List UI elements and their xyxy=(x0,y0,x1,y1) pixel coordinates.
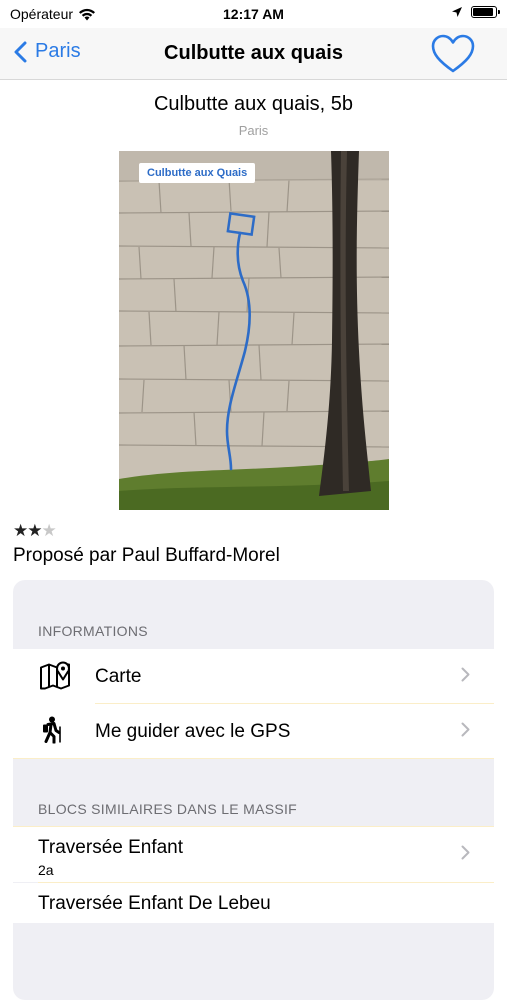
heart-icon xyxy=(431,34,475,73)
location-arrow-icon xyxy=(452,7,462,17)
hiker-icon xyxy=(39,715,65,748)
problem-photo[interactable]: Culbutte aux Quais xyxy=(119,151,389,510)
section-header-informations: INFORMATIONS xyxy=(38,623,148,639)
chevron-right-icon xyxy=(461,845,470,865)
problem-title: Culbutte aux quais, 5b xyxy=(153,93,354,115)
content: Culbutte aux quais, 5b Paris Culbutte au… xyxy=(0,80,507,1000)
similar-problem-grade: 2a xyxy=(38,862,54,878)
problem-area: Paris xyxy=(238,123,269,138)
favorite-button[interactable] xyxy=(431,34,475,79)
status-bar: Opérateur 12:17 AM xyxy=(0,0,507,28)
rating-filled: ★★ xyxy=(13,521,43,540)
chevron-right-icon xyxy=(461,722,470,742)
similar-problem-row[interactable]: Traversée Enfant De Lebeu xyxy=(13,883,494,923)
gps-guide-cell[interactable]: Me guider avec le GPS xyxy=(13,704,494,759)
section-header-similar: BLOCS SIMILAIRES DANS LE MASSIF xyxy=(38,801,298,817)
rating-stars: ★★★ xyxy=(13,521,57,541)
similar-problem-title: Traversée Enfant De Lebeu xyxy=(38,893,271,914)
similar-problem-row[interactable]: Traversée Enfant 2a xyxy=(13,827,494,882)
grouped-table xyxy=(13,580,494,1000)
battery-fill xyxy=(473,8,493,16)
clock: 12:17 AM xyxy=(223,6,284,22)
map-cell[interactable]: Carte xyxy=(13,649,494,704)
map-icon xyxy=(39,659,71,694)
gps-guide-label: Me guider avec le GPS xyxy=(95,720,291,742)
rating-empty: ★ xyxy=(41,521,56,540)
battery-icon xyxy=(471,6,500,18)
photo-label: Culbutte aux Quais xyxy=(139,163,256,183)
chevron-right-icon xyxy=(461,667,470,687)
status-right xyxy=(451,6,500,18)
map-cell-label: Carte xyxy=(95,665,142,687)
wall-photo xyxy=(119,151,389,510)
separator xyxy=(13,758,494,759)
proposed-by: Proposé par Paul Buffard-Morel xyxy=(13,545,280,566)
navigation-bar: Paris Culbutte aux quais xyxy=(0,28,507,80)
similar-problem-title: Traversée Enfant xyxy=(38,837,184,858)
